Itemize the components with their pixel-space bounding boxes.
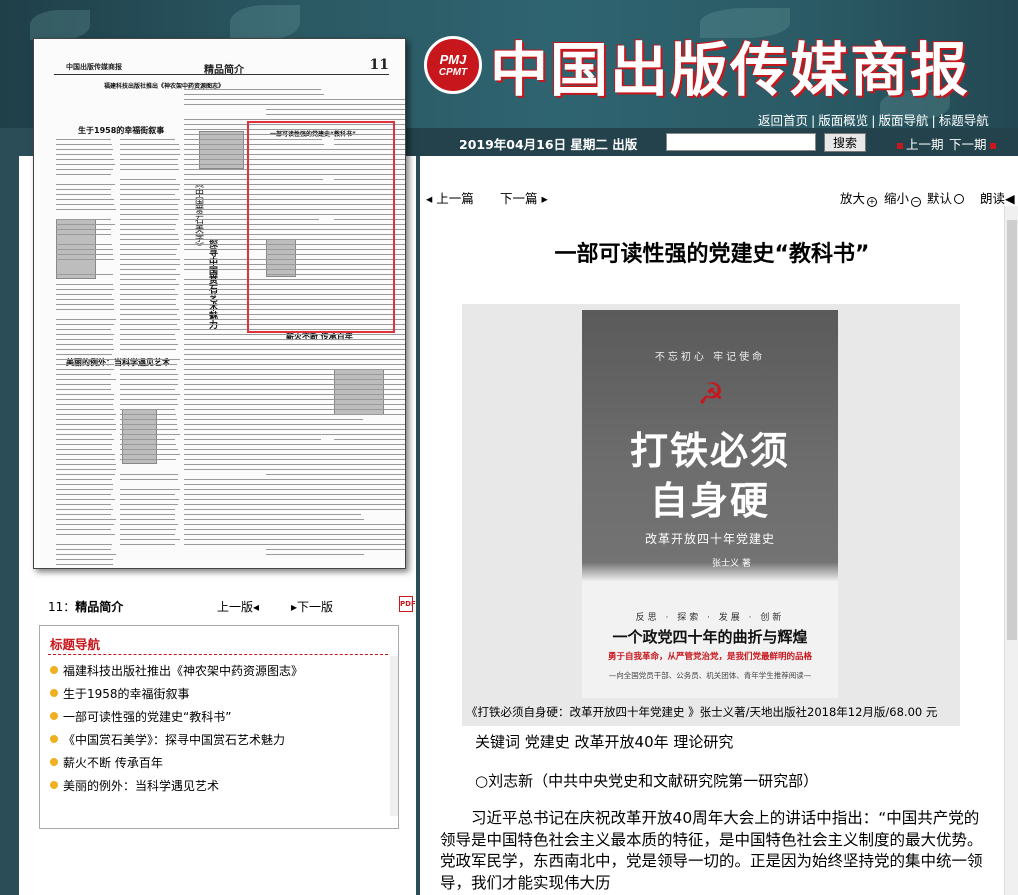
site-logo[interactable]: PMJ CPMT 中国出版传媒商报 [424, 20, 970, 110]
bullet-icon [50, 666, 58, 674]
bullet-icon [50, 758, 58, 766]
plus-icon: + [867, 197, 877, 207]
list-item[interactable]: 生于1958的幸福街叙事 [50, 683, 303, 706]
nav-home[interactable]: 返回首页 [758, 113, 808, 128]
speaker-icon: ◀ [1005, 191, 1015, 206]
next-issue-link[interactable]: 下一期 [949, 134, 996, 153]
list-item[interactable]: 薪火不断 传承百年 [50, 752, 303, 775]
selected-article-highlight[interactable] [247, 121, 395, 333]
bullet-icon [50, 781, 58, 789]
thumb-headline[interactable]: 生于1958的幸福街叙事 [78, 125, 164, 136]
article-scrollbar[interactable] [1004, 206, 1018, 895]
article-panel: ◂ 上一篇 下一篇 ▸ 放大 + 缩小 − 默认 朗读◀ 一部可读性强的党建史“教科… [420, 156, 1018, 895]
thumb-header: 中国出版传媒商报 精品简介 11 [54, 59, 389, 75]
list-item[interactable]: 福建科技出版社推出《神农架中药资源图志》 [50, 660, 303, 683]
circle-icon [954, 194, 964, 204]
pdf-icon[interactable]: PDF [399, 596, 413, 612]
next-article-link[interactable]: 下一篇 ▸ [500, 188, 548, 207]
list-item[interactable]: 《中国赏石美学》：探寻中国赏石艺术魅力 [50, 729, 303, 752]
title-navigation-box: 标题导航 福建科技出版社推出《神农架中药资源图志》 生于1958的幸福街叙事 一… [39, 625, 399, 829]
top-nav: 返回首页 | 版面概览 | 版面导航 | 标题导航 [758, 110, 989, 129]
article-figure: 不忘初心 牢记使命 ☭ 打铁必须 自身硬 改革开放四十年党建史 张士义 著 反思… [462, 304, 960, 726]
search-input[interactable] [666, 133, 816, 151]
article-body: 习近平总书记在庆祝改革开放40周年大会上的讲话中指出：“中国共产党的领导是中国特… [440, 808, 985, 894]
divider [48, 654, 388, 655]
article-title: 一部可读性强的党建史“教科书” [420, 236, 1004, 268]
date-bar: 2019年04月16日 星期二 出版 搜索 上一期 下一期 [404, 128, 1018, 156]
zoom-in-button[interactable]: 放大 + [840, 188, 877, 207]
next-page-link[interactable]: ▸下一版 [291, 598, 333, 615]
zoom-default-button[interactable]: 默认 [927, 188, 964, 207]
article-keywords: 关键词 党建史 改革开放40年 理论研究 [475, 731, 733, 752]
nav-title-navigation[interactable]: 标题导航 [939, 113, 989, 128]
bullet-icon [50, 712, 58, 720]
figure-caption: 《打铁必须自身硬：改革开放四十年党建史 》张士义著/天地出版社2018年12月版… [466, 704, 960, 720]
zoom-out-button[interactable]: 缩小 − [884, 188, 921, 207]
list-item[interactable]: 美丽的例外：当科学遇见艺术 [50, 775, 303, 798]
search-button[interactable]: 搜索 [824, 133, 866, 152]
bullet-icon [50, 689, 58, 697]
prev-article-link[interactable]: ◂ 上一篇 [426, 188, 474, 207]
list-item[interactable]: 一部可读性强的党建史“教科书” [50, 706, 303, 729]
toc-title: 标题导航 [50, 634, 100, 653]
square-icon [897, 143, 903, 149]
prev-issue-link[interactable]: 上一期 [897, 134, 944, 153]
article-author: ○刘志新（中共中央党史和文献研究院第一研究部） [475, 770, 818, 791]
site-title: 中国出版传媒商报 [490, 23, 970, 107]
current-page: 11：精品简介 [48, 598, 123, 615]
square-icon [990, 143, 996, 149]
thumb-image [122, 409, 157, 464]
nav-page-overview[interactable]: 版面概览 [818, 113, 868, 128]
article-toolbar: ◂ 上一篇 下一篇 ▸ 放大 + 缩小 − 默认 朗读◀ [420, 188, 1018, 208]
logo-badge: PMJ CPMT [424, 36, 482, 94]
party-emblem-icon: ☭ [694, 378, 728, 412]
minus-icon: − [911, 197, 921, 207]
toc-list: 福建科技出版社推出《神农架中药资源图志》 生于1958的幸福街叙事 一部可读性强… [50, 660, 303, 798]
scrollbar-thumb[interactable] [1007, 220, 1017, 640]
scrollbar[interactable] [390, 656, 398, 816]
issue-date: 2019年04月16日 星期二 出版 [459, 134, 637, 153]
prev-page-link[interactable]: 上一版◂ [217, 598, 259, 615]
book-cover-image: 不忘初心 牢记使命 ☭ 打铁必须 自身硬 改革开放四十年党建史 张士义 著 反思… [582, 310, 838, 698]
bullet-icon [50, 735, 58, 743]
read-aloud-button[interactable]: 朗读◀ [980, 188, 1015, 207]
nav-page-navigation[interactable]: 版面导航 [878, 113, 928, 128]
